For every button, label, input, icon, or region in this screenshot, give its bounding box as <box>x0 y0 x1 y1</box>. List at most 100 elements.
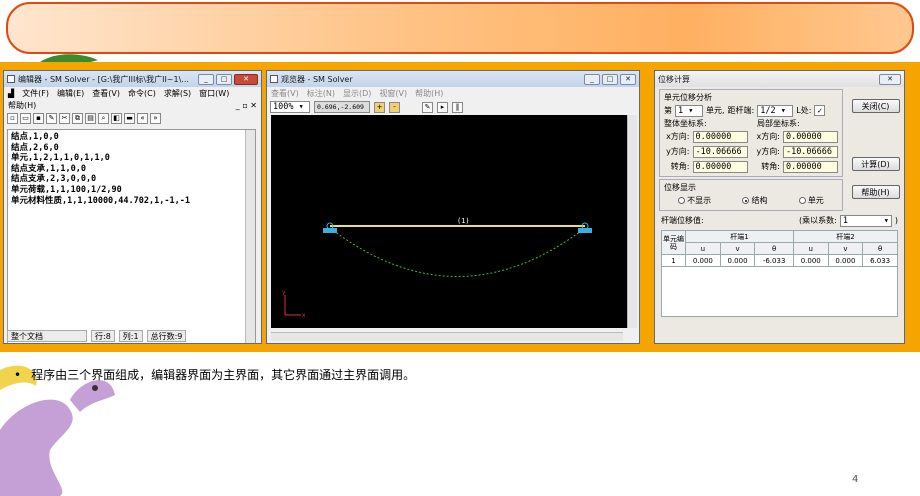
radio-none[interactable]: 不显示 <box>678 195 711 206</box>
calc-button[interactable]: 计算(D) <box>851 157 900 171</box>
col-u1: u <box>685 242 721 255</box>
radio-structure[interactable]: 结构 <box>742 195 767 206</box>
lx-field: 0.00000 <box>782 130 838 143</box>
menu-solve[interactable]: 求解(S) <box>164 88 191 99</box>
y-row: y方向: -10.06666 y方向: -10.06666 <box>664 144 838 159</box>
zoom-select[interactable]: 100% ▾ <box>270 101 310 113</box>
dist-select[interactable]: 1/2 ▾ <box>757 104 794 117</box>
menu-window[interactable]: 窗口(W) <box>199 88 229 99</box>
table-cell: 6.033 <box>862 254 898 267</box>
menu-label[interactable]: 标注(N) <box>307 88 335 99</box>
pause-icon[interactable]: ‖ <box>452 101 463 113</box>
scale-select[interactable]: 1 ▾ <box>839 214 892 227</box>
lx-label: x方向: <box>756 132 780 141</box>
axis-icon: y x <box>282 289 306 319</box>
menu-file[interactable]: 文件(F) <box>22 88 49 99</box>
axis-x-label: x <box>302 312 306 319</box>
col-v1: v <box>719 242 756 255</box>
menu-command[interactable]: 命令(C) <box>128 88 156 99</box>
pencil-icon[interactable]: ✎ <box>422 101 433 113</box>
elem-suffix: 单元, <box>706 106 725 115</box>
copy-icon[interactable]: ⧉ <box>72 112 83 124</box>
menu-view[interactable]: 查看(V) <box>271 88 299 99</box>
lrot-label: 转角: <box>761 162 780 171</box>
editor-line: 单元,1,2,1,1,0,1,1,0 <box>11 153 110 164</box>
editor-text-area[interactable]: 结点,1,0,0 结点,2,6,0 单元,1,2,1,1,0,1,1,0 结点支… <box>7 129 256 343</box>
menu-help[interactable]: 帮助(H) <box>8 100 36 111</box>
vertical-scrollbar[interactable] <box>245 130 255 343</box>
menu-file-icon: ▟ <box>8 88 15 98</box>
structure-canvas[interactable]: (1) y x <box>271 115 633 328</box>
table-cell: 0.000 <box>792 254 829 267</box>
menu-display[interactable]: 显示(D) <box>343 88 371 99</box>
mdi-controls[interactable]: _ ▫ ✕ <box>236 101 257 110</box>
viewer-titlebar[interactable]: 观览器 - SM Solver _ □ ✕ <box>267 71 639 87</box>
editor-line: 结点支承,2,3,0,0,0 <box>11 174 97 185</box>
col-u2: u <box>792 242 829 255</box>
scale-value: 1 <box>842 215 848 226</box>
editor-menubar: ▟ 文件(F) 编辑(E) 查看(V) 命令(C) 求解(S) 窗口(W) <box>4 87 261 99</box>
save-icon[interactable]: ▪ <box>33 112 44 124</box>
radio-element[interactable]: 单元 <box>798 195 824 206</box>
prev-icon[interactable]: « <box>137 112 148 124</box>
editor-line: 结点,1,0,0 <box>11 132 59 142</box>
zoom-out-icon[interactable]: - <box>389 101 400 113</box>
calc-dialog: 位移计算 ✕ 单元位移分析 第 1 ▾ 单元, 距杆端: 1/2 ▾ L处: ✓… <box>654 70 905 344</box>
open-icon[interactable]: ▭ <box>20 112 31 124</box>
editor-menubar-2: 帮助(H) _ ▫ ✕ <box>4 99 261 111</box>
find-icon[interactable]: ⌕ <box>98 112 109 124</box>
l-label: L处: <box>796 106 812 115</box>
calc-titlebar[interactable]: 位移计算 ✕ <box>655 71 904 87</box>
coord-titles: 整体坐标系: 局部坐标系: <box>664 118 838 129</box>
vertical-scrollbar[interactable] <box>627 115 637 328</box>
cut-icon[interactable]: ✂ <box>59 112 70 124</box>
close-dialog-button[interactable]: 关闭(C) <box>851 99 900 113</box>
grot-label: 转角: <box>670 162 690 171</box>
view-icon[interactable]: ◧ <box>111 112 122 124</box>
disp-header-row: 杆端位移值: (乘以系数: 1 ▾ ) <box>655 213 904 228</box>
maximize-button[interactable]: □ <box>602 73 618 85</box>
next-icon[interactable]: » <box>150 112 161 124</box>
element-select[interactable]: 1 ▾ <box>675 104 703 117</box>
minimize-button[interactable]: _ <box>198 73 214 85</box>
gy-field: -10.06666 <box>692 145 748 158</box>
close-button[interactable]: ✕ <box>879 73 901 85</box>
zoom-in-icon[interactable]: + <box>374 101 385 113</box>
menu-edit[interactable]: 编辑(E) <box>57 88 84 99</box>
coords-display: 0.696,-2.609 <box>314 101 370 113</box>
maximize-button[interactable]: □ <box>216 73 232 85</box>
table-cell: -6.033 <box>754 254 794 267</box>
app-icon <box>270 75 278 83</box>
status-doc: 整个文档 <box>7 330 87 342</box>
editor-titlebar[interactable]: 编辑器 - SM Solver - [G:\我广III标\我广II~1\... … <box>4 71 261 87</box>
paste-icon[interactable]: ▤ <box>85 112 96 124</box>
solve-icon[interactable]: ▬ <box>124 112 135 124</box>
gx-label: x方向: <box>666 132 690 141</box>
close-button[interactable]: ✕ <box>234 73 258 85</box>
table-row[interactable]: 1 0.000 0.000 -6.033 0.000 0.000 6.033 <box>661 254 898 267</box>
l-checkbox[interactable]: ✓ <box>814 105 826 116</box>
edit-icon[interactable]: ✎ <box>46 112 57 124</box>
play-icon[interactable]: ▸ <box>437 101 448 113</box>
viewer-toolbar: 100% ▾ 0.696,-2.609 + - ✎ ▸ ‖ <box>267 99 639 115</box>
horizontal-scrollbar[interactable] <box>271 332 623 341</box>
close-button[interactable]: ✕ <box>620 73 636 85</box>
viewer-menubar: 查看(V) 标注(N) 显示(D) 视窗(V) 帮助(H) <box>267 87 639 99</box>
slide-title-box <box>6 2 914 54</box>
group-title: 单元位移分析 <box>664 93 712 102</box>
new-icon[interactable]: ▫ <box>7 112 18 124</box>
help-button[interactable]: 帮助(H) <box>851 185 900 199</box>
gy-label: y方向: <box>666 147 690 156</box>
menu-help[interactable]: 帮助(H) <box>415 88 443 99</box>
deflection-curve <box>329 227 586 277</box>
table-cell: 0.000 <box>827 254 864 267</box>
col-v2: v <box>827 242 864 255</box>
radio-icon <box>742 197 750 204</box>
menu-viewport[interactable]: 视窗(V) <box>379 88 407 99</box>
minimize-button[interactable]: _ <box>584 73 600 85</box>
menu-view[interactable]: 查看(V) <box>92 88 120 99</box>
editor-line: 单元材料性质,1,1,10000,44.702,1,-1,-1 <box>11 195 190 206</box>
bullet-text: 程序由三个界面组成，编辑器界面为主界面，其它界面通过主界面调用。 <box>31 368 416 382</box>
editor-toolbar: ▫ ▭ ▪ ✎ ✂ ⧉ ▤ ⌕ ◧ ▬ « » <box>4 111 261 125</box>
disp-table-wrap: 单元编码 杆端1 杆端2 u v θ u v θ 1 0.000 0.000 -… <box>655 228 904 319</box>
